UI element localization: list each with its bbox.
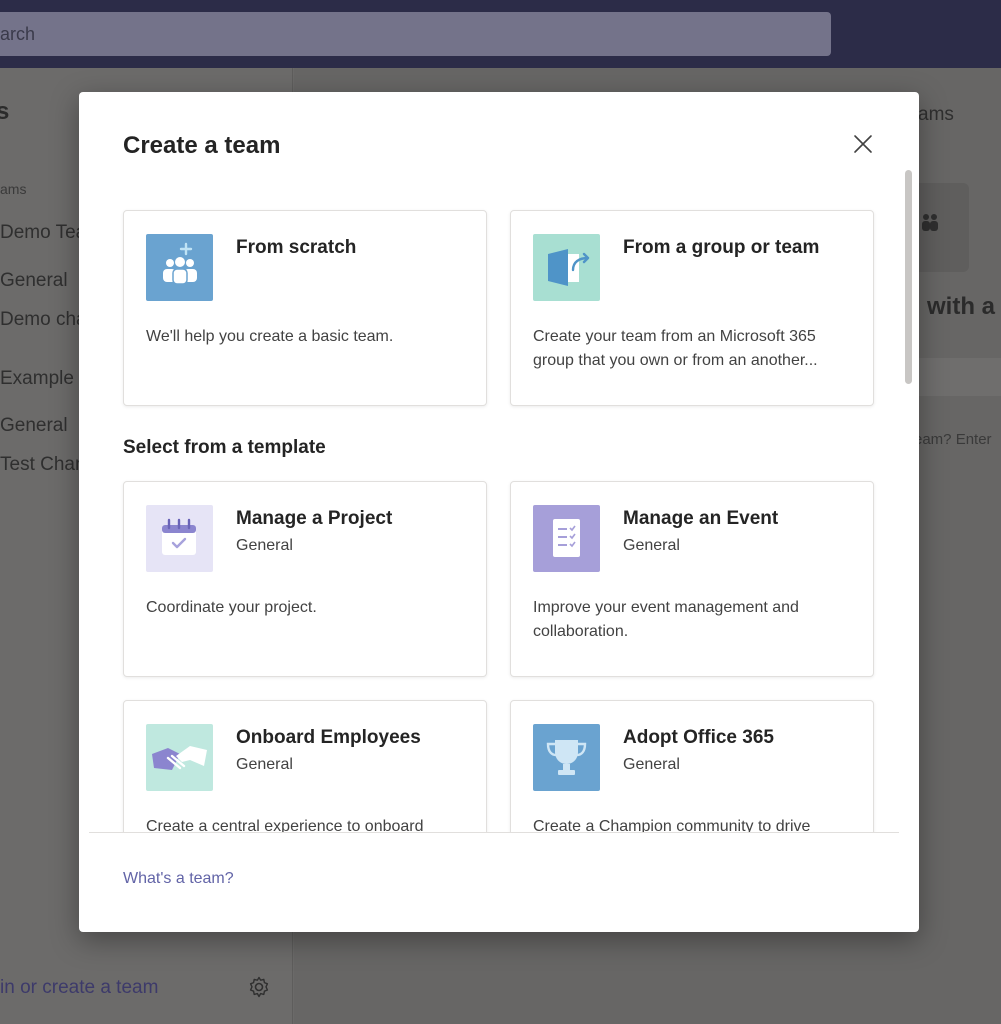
card-subtitle: General [623,537,680,554]
template-section-title: Select from a template [123,437,326,458]
template-card-manage-event[interactable]: Manage an Event General Improve your eve… [510,481,874,677]
teams-tab[interactable]: ams [918,104,954,126]
calendar-check-icon [146,505,213,572]
sidebar-channel-item[interactable]: General [0,270,68,292]
card-description: Coordinate your project. [146,599,317,616]
search-input-text: arch [0,24,36,44]
main-hint: eam? Enter [914,431,992,448]
create-team-dialog: Create a team From scratch We'll help yo… [79,92,919,932]
card-title: Manage a Project [236,508,393,529]
template-card-adopt-office-365[interactable]: Adopt Office 365 General Create a Champi… [510,700,874,832]
close-icon[interactable] [851,132,875,156]
join-create-team-link[interactable]: in or create a team [0,977,158,999]
main-headline: with a [927,293,996,320]
search-input[interactable]: arch [0,12,831,56]
card-subtitle: General [236,756,293,773]
from-group-card[interactable]: From a group or team Create your team fr… [510,210,874,406]
card-title: Adopt Office 365 [623,727,774,748]
dialog-title: Create a team [123,132,281,159]
dialog-scroll-area[interactable]: From scratch We'll help you create a bas… [79,192,919,832]
people-add-icon [146,234,213,301]
card-description: We'll help you create a basic team. [146,328,394,345]
scrollbar[interactable] [905,170,912,384]
card-subtitle: General [236,537,293,554]
from-scratch-card[interactable]: From scratch We'll help you create a bas… [123,210,487,406]
card-title: From a group or team [623,237,820,258]
handshake-icon [146,724,213,791]
sidebar-channel-item[interactable]: General [0,415,68,437]
sidebar-channel-item[interactable]: Test Chan [0,454,86,476]
card-subtitle: General [623,756,680,773]
card-title: From scratch [236,237,357,258]
checklist-icon [533,505,600,572]
app-top-bar: arch [0,0,1001,68]
sidebar-team-item[interactable]: Example T [0,368,90,390]
card-title: Manage an Event [623,508,779,529]
sidebar-section-label: ams [0,181,27,197]
gear-icon[interactable] [247,975,271,999]
sidebar-channel-item[interactable]: Demo cha [0,309,87,331]
card-description: Create a central experience to onboard [146,818,424,832]
group-arrow-icon [533,234,600,301]
footer-divider [89,832,899,833]
input-placeholder [906,358,1001,396]
card-description: Improve your event management and collab… [533,599,799,640]
whats-a-team-link[interactable]: What's a team? [123,870,234,888]
card-title: Onboard Employees [236,727,421,748]
template-card-onboard-employees[interactable]: Onboard Employees General Create a centr… [123,700,487,832]
people-icon [922,214,938,231]
sidebar-header: s [0,98,10,125]
template-card-manage-project[interactable]: Manage a Project General Coordinate your… [123,481,487,677]
card-description: Create a Champion community to drive [533,818,811,832]
trophy-icon [533,724,600,791]
sidebar-team-item[interactable]: Demo Tea [0,222,86,244]
card-description: Create your team from an Microsoft 365 g… [533,328,818,369]
